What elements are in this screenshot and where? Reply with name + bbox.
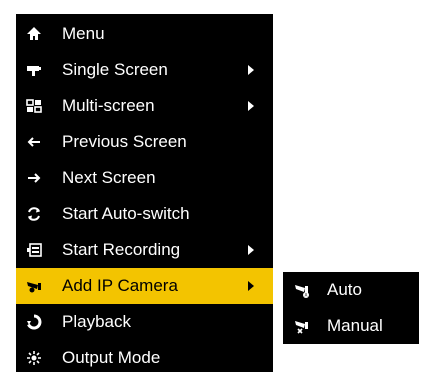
menu-item-previous-screen[interactable]: Previous Screen	[16, 124, 273, 160]
ip-camera-submenu: A Auto Manual	[283, 272, 419, 344]
output-mode-icon	[27, 351, 41, 365]
chevron-right-icon	[248, 245, 254, 255]
menu-item-label: Start Recording	[62, 240, 181, 259]
home-icon	[27, 27, 41, 40]
playback-icon	[27, 314, 42, 330]
recording-icon	[27, 243, 42, 257]
menu-item-label: Playback	[62, 312, 131, 331]
auto-switch-icon	[28, 207, 40, 221]
menu-item-start-auto-switch[interactable]: Start Auto-switch	[16, 196, 273, 232]
submenu-item-auto[interactable]: A Auto	[283, 272, 419, 308]
svg-text:A: A	[305, 293, 308, 298]
submenu-item-label: Manual	[327, 316, 383, 335]
manual-camera-icon	[295, 321, 308, 334]
chevron-right-icon	[248, 101, 254, 111]
auto-camera-icon: A	[295, 285, 309, 298]
menu-item-label: Menu	[62, 24, 105, 43]
menu-item-label: Start Auto-switch	[62, 204, 190, 223]
arrow-left-icon	[27, 137, 40, 147]
multi-screen-icon	[26, 99, 42, 113]
chevron-right-icon	[248, 65, 254, 75]
menu-item-label: Output Mode	[62, 348, 161, 367]
chevron-right-icon	[248, 281, 254, 291]
submenu-item-manual[interactable]: Manual	[283, 308, 419, 344]
menu-item-playback[interactable]: Playback	[16, 304, 273, 340]
menu-item-label: Add IP Camera	[62, 276, 178, 295]
menu-item-single-screen[interactable]: Single Screen	[16, 52, 273, 88]
menu-item-label: Next Screen	[62, 168, 156, 187]
context-menu: Menu Single Screen Multi-screen Previous…	[16, 14, 273, 372]
menu-item-start-recording[interactable]: Start Recording	[16, 232, 273, 268]
submenu-item-label: Auto	[327, 280, 362, 299]
ip-camera-icon	[27, 282, 41, 293]
menu-item-multi-screen[interactable]: Multi-screen	[16, 88, 273, 124]
menu-item-label: Previous Screen	[62, 132, 187, 151]
menu-item-add-ip-camera[interactable]: Add IP Camera	[16, 268, 273, 304]
menu-item-label: Multi-screen	[62, 96, 155, 115]
menu-item-next-screen[interactable]: Next Screen	[16, 160, 273, 196]
single-screen-icon	[27, 66, 41, 76]
arrow-right-icon	[28, 173, 41, 183]
menu-item-menu[interactable]: Menu	[16, 16, 273, 52]
menu-item-output-mode[interactable]: Output Mode	[16, 340, 273, 376]
menu-item-label: Single Screen	[62, 60, 168, 79]
